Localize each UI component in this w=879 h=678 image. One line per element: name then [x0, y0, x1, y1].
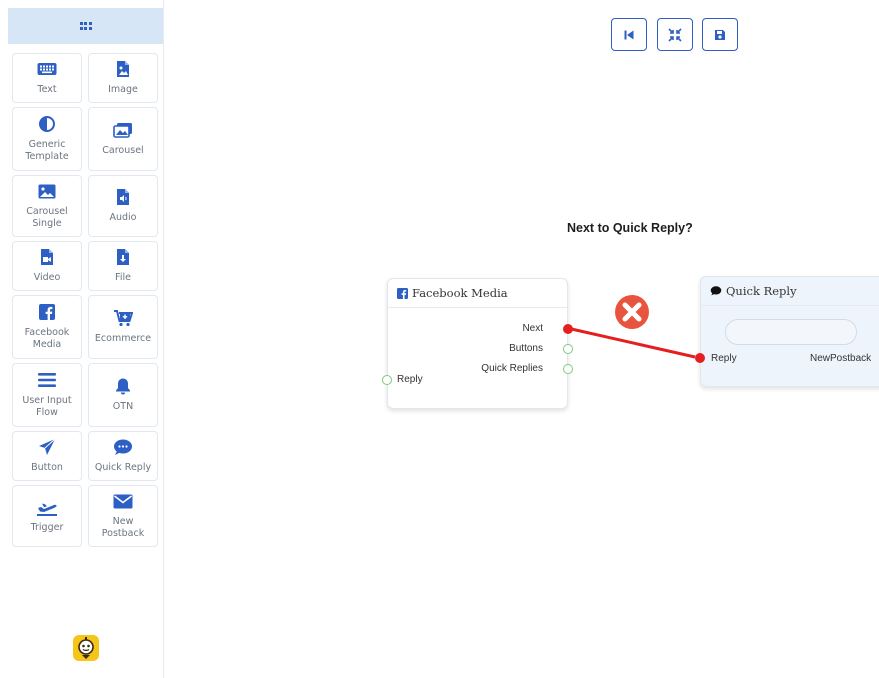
times-circle-icon	[614, 294, 650, 335]
output-port-next[interactable]	[563, 324, 573, 334]
facebook-media-node[interactable]: Facebook Media Next Buttons Quick Replie…	[382, 278, 573, 409]
delete-connection-button[interactable]	[614, 294, 650, 330]
quick-reply-input[interactable]	[725, 319, 857, 345]
input-port-reply[interactable]	[695, 353, 705, 363]
node-title: Quick Reply	[726, 284, 797, 298]
input-port-reply[interactable]	[382, 375, 392, 385]
facebook-square-icon	[397, 287, 408, 299]
output-port-quick-replies[interactable]	[563, 364, 573, 374]
comment-icon	[710, 286, 722, 296]
output-label-quick-replies: Quick Replies	[481, 363, 543, 374]
output-port-buttons[interactable]	[563, 344, 573, 354]
output-label-next: Next	[522, 323, 543, 334]
output-label-buttons: Buttons	[509, 343, 543, 354]
node-header[interactable]: Quick Reply	[701, 277, 879, 306]
node-title: Facebook Media	[412, 286, 508, 300]
quick-reply-node[interactable]: Quick Reply Reply NewPostback	[695, 276, 879, 387]
output-label-newpostback: NewPostback	[810, 353, 872, 364]
input-label-reply: Reply	[711, 353, 737, 364]
node-header[interactable]: Facebook Media	[388, 279, 567, 308]
input-label-reply: Reply	[397, 374, 423, 385]
flow-builder: Text Image Generic Template Carousel Car…	[0, 0, 879, 678]
